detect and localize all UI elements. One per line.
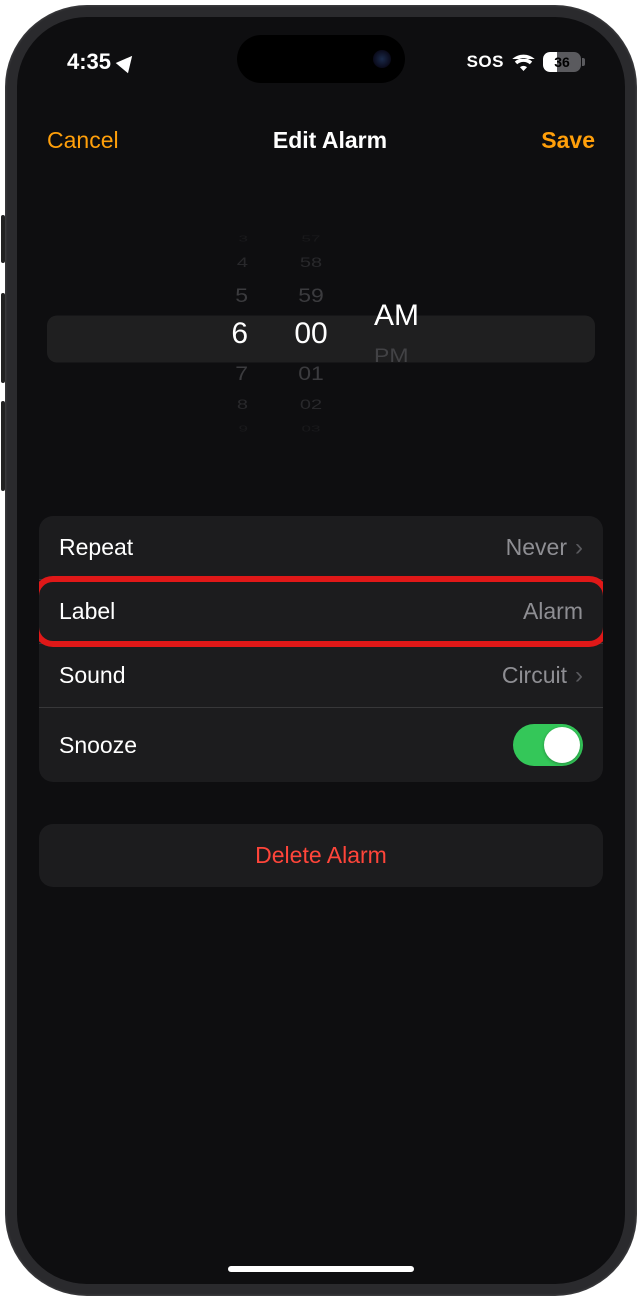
hour-wheel[interactable]: 3 4 5 6 7 8 9 — [186, 202, 266, 466]
time-picker[interactable]: 3 4 5 6 7 8 9 57 58 59 00 01 02 03 — [17, 182, 625, 496]
delete-group: Delete Alarm — [39, 824, 603, 887]
page-title: Edit Alarm — [273, 127, 387, 154]
wifi-icon — [512, 54, 535, 71]
cancel-button[interactable]: Cancel — [47, 127, 119, 154]
sound-row[interactable]: Sound Circuit › — [39, 644, 603, 708]
ampm-wheel[interactable]: AM PM — [356, 202, 456, 466]
label-label: Label — [59, 598, 115, 625]
settings-group: Repeat Never › Label Alarm Sound Circuit… — [39, 516, 603, 782]
label-value: Alarm — [523, 598, 583, 625]
nav-bar: Cancel Edit Alarm Save — [17, 87, 625, 182]
dynamic-island — [237, 35, 405, 83]
battery-text: 36 — [543, 52, 581, 72]
repeat-value: Never — [506, 534, 567, 561]
sound-label: Sound — [59, 662, 126, 689]
phone-frame: 4:35 SOS 36 Cancel Edit Alarm — [5, 5, 637, 1296]
snooze-row: Snooze — [39, 708, 603, 782]
snooze-label: Snooze — [59, 732, 137, 759]
screen: 4:35 SOS 36 Cancel Edit Alarm — [17, 17, 625, 1284]
minute-wheel[interactable]: 57 58 59 00 01 02 03 — [266, 202, 356, 466]
snooze-toggle[interactable] — [513, 724, 583, 766]
repeat-row[interactable]: Repeat Never › — [39, 516, 603, 580]
location-icon — [116, 51, 139, 74]
repeat-label: Repeat — [59, 534, 133, 561]
status-time: 4:35 — [67, 49, 111, 75]
sound-value: Circuit — [502, 662, 567, 689]
delete-alarm-button[interactable]: Delete Alarm — [39, 824, 603, 887]
label-row[interactable]: Label Alarm — [39, 580, 603, 644]
home-indicator[interactable] — [228, 1266, 414, 1272]
battery-indicator: 36 — [543, 52, 585, 72]
sos-indicator: SOS — [467, 52, 504, 72]
chevron-right-icon: › — [575, 534, 583, 562]
annotation-highlight — [39, 576, 603, 647]
save-button[interactable]: Save — [541, 127, 595, 154]
chevron-right-icon: › — [575, 662, 583, 690]
